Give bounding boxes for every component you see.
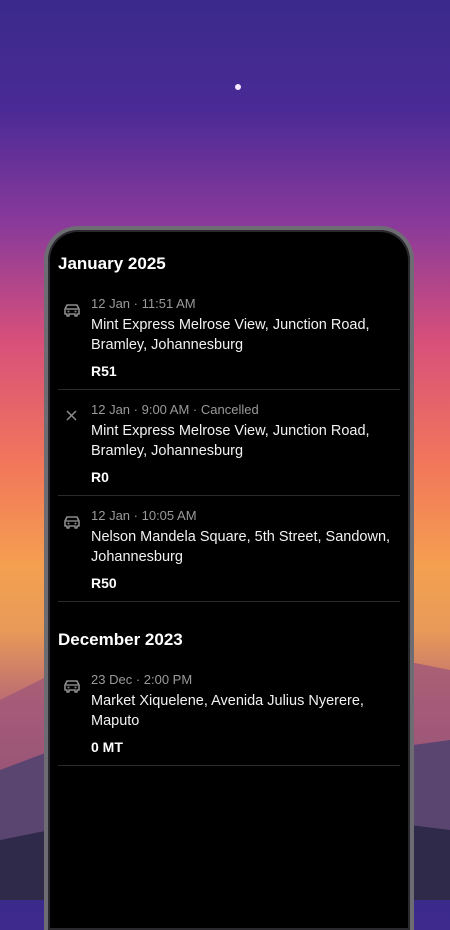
car-icon [62,514,82,530]
trip-address: Market Xiquelene, Avenida Julius Nyerere… [91,693,364,729]
trip-price: R50 [91,575,117,591]
moon-decoration [235,84,241,90]
trip-price: 0 MT [91,739,123,755]
car-icon [62,678,82,694]
trip-meta: 12 Jan · 11:51 AM [91,296,196,311]
trip-item[interactable]: 12 Jan · 9:00 AM · Cancelled Mint Express… [58,390,400,496]
trip-date: 12 Jan [91,402,131,417]
trip-address: Nelson Mandela Square, 5th Street, Sando… [91,529,391,565]
trip-time: 10:05 AM [141,508,197,523]
trip-item[interactable]: 12 Jan · 11:51 AM Mint Express Melrose Vi… [58,284,400,390]
phone-frame: January 2025 12 Jan · 11:51 AM Mint Expres… [44,226,414,930]
section-title: December 2023 [58,630,183,649]
trips-list: January 2025 12 Jan · 11:51 AM Mint Expres… [58,240,400,930]
trip-date: 23 Dec [91,672,133,687]
section-title: January 2025 [58,254,166,273]
trip-group: 23 Dec · 2:00 PM Market Xiquelene, Avenid… [58,660,400,766]
trip-date: 12 Jan [91,296,131,311]
trip-item[interactable]: 23 Dec · 2:00 PM Market Xiquelene, Avenid… [58,660,400,766]
cancelled-icon [62,408,82,424]
trip-item[interactable]: 12 Jan · 10:05 AM Nelson Mandela Square, … [58,496,400,602]
trip-time: 9:00 AM [141,402,190,417]
trip-meta: 12 Jan · 9:00 AM · Cancelled [91,402,259,417]
trip-address: Mint Express Melrose View, Junction Road… [91,423,370,459]
trip-meta: 12 Jan · 10:05 AM [91,508,197,523]
car-icon [62,302,82,318]
trip-date: 12 Jan [91,508,131,523]
trip-group: 12 Jan · 11:51 AM Mint Express Melrose Vi… [58,284,400,602]
trip-price: R0 [91,469,109,485]
trip-meta: 23 Dec · 2:00 PM [91,672,193,687]
trip-time: 2:00 PM [143,672,193,687]
trip-address: Mint Express Melrose View, Junction Road… [91,317,370,353]
trip-status: Cancelled [200,402,259,417]
trip-time: 11:51 AM [141,296,196,311]
trip-price: R51 [91,363,117,379]
